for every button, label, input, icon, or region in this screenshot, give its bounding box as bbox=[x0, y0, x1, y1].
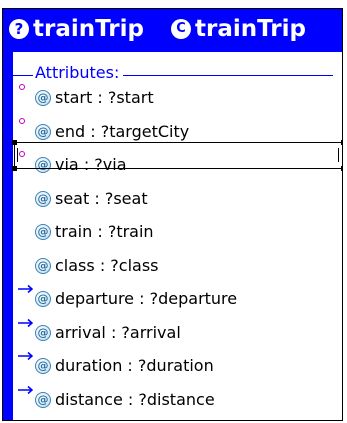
attribute-icon: @ bbox=[35, 90, 51, 106]
selection-handle-bl[interactable] bbox=[12, 166, 17, 171]
attribute-name: train bbox=[55, 222, 93, 241]
open-circle-marker-icon bbox=[19, 118, 25, 124]
class-name: trainTrip bbox=[195, 16, 306, 42]
attribute-row-train[interactable]: @ train : ?train bbox=[15, 219, 335, 245]
attribute-row-start[interactable]: @ start : ?start bbox=[15, 84, 335, 111]
instance-icon: ? bbox=[9, 19, 29, 39]
attribute-separator: : bbox=[99, 256, 106, 275]
selection-box bbox=[12, 140, 342, 171]
selection-handle-tr[interactable] bbox=[341, 140, 342, 145]
attribute-name: start bbox=[55, 88, 93, 107]
attribute-value: ?arrival bbox=[121, 323, 181, 342]
attribute-separator: : bbox=[139, 289, 145, 308]
class-box[interactable]: ? trainTrip C trainTrip Attributes: @ sta… bbox=[2, 8, 343, 421]
attribute-text: duration : ?duration bbox=[55, 354, 214, 378]
class-header[interactable]: ? trainTrip C trainTrip bbox=[3, 9, 342, 52]
section-line-left bbox=[13, 75, 33, 76]
arrow-marker-icon bbox=[18, 284, 34, 294]
attribute-text: distance : ?distance bbox=[55, 388, 215, 412]
attribute-row-departure[interactable]: @ departure : ?departure bbox=[15, 284, 335, 312]
arrow-marker-icon bbox=[18, 385, 34, 395]
attribute-text: arrival : ?arrival bbox=[55, 321, 181, 345]
attribute-value: ?start bbox=[107, 88, 154, 107]
attribute-value: ?class bbox=[110, 256, 159, 275]
attribute-icon: @ bbox=[35, 191, 51, 207]
attribute-icon: @ bbox=[35, 124, 51, 140]
attribute-icon: @ bbox=[35, 392, 51, 408]
attribute-text: departure : ?departure bbox=[55, 287, 237, 311]
instance-name: trainTrip bbox=[33, 16, 144, 42]
attribute-name: duration bbox=[55, 356, 123, 375]
attribute-text: class : ?class bbox=[55, 254, 159, 278]
arrow-marker-icon bbox=[18, 318, 34, 328]
attribute-text: seat : ?seat bbox=[55, 187, 148, 211]
attribute-name: seat bbox=[55, 189, 90, 208]
selection-handle-tl[interactable] bbox=[12, 140, 17, 145]
attribute-row-arrival[interactable]: @ arrival : ?arrival bbox=[15, 318, 335, 346]
attribute-separator: : bbox=[127, 390, 134, 409]
attribute-name: distance bbox=[55, 390, 123, 409]
attribute-name: arrival bbox=[55, 323, 106, 342]
attribute-text: end : ?targetCity bbox=[55, 120, 189, 144]
attribute-row-class[interactable]: @ class : ?class bbox=[15, 253, 335, 279]
attribute-value: ?duration bbox=[137, 356, 214, 375]
attribute-separator: : bbox=[127, 356, 133, 375]
attribute-text: start : ?start bbox=[55, 86, 154, 110]
selection-handle-br[interactable] bbox=[341, 166, 342, 171]
open-circle-marker-icon bbox=[19, 84, 25, 90]
selection-caret-right bbox=[338, 148, 339, 162]
arrow-marker-icon bbox=[18, 351, 34, 361]
attribute-value: ?departure bbox=[149, 289, 238, 308]
attribute-icon: @ bbox=[35, 358, 51, 374]
left-bar bbox=[3, 52, 13, 420]
attribute-separator: : bbox=[110, 323, 117, 342]
attribute-separator: : bbox=[97, 222, 103, 241]
attribute-name: end bbox=[55, 122, 86, 141]
selection-caret-left bbox=[17, 148, 18, 162]
attribute-separator: : bbox=[90, 122, 96, 141]
attribute-value: ?targetCity bbox=[100, 122, 190, 141]
attribute-value: ?distance bbox=[138, 390, 215, 409]
attributes-section-title: Attributes: bbox=[33, 62, 122, 84]
attribute-icon: @ bbox=[35, 291, 51, 307]
attribute-value: ?train bbox=[107, 222, 154, 241]
attribute-row-duration[interactable]: @ duration : ?duration bbox=[15, 351, 335, 379]
attribute-name: departure bbox=[55, 289, 135, 308]
attribute-separator: : bbox=[97, 88, 103, 107]
section-line-right bbox=[123, 75, 333, 76]
attribute-separator: : bbox=[94, 189, 100, 208]
attribute-name: class bbox=[55, 256, 95, 275]
attribute-row-distance[interactable]: @ distance : ?distance bbox=[15, 385, 335, 413]
attribute-text: train : ?train bbox=[55, 220, 154, 244]
attribute-icon: @ bbox=[35, 224, 51, 240]
attribute-icon: @ bbox=[35, 325, 51, 341]
class-icon: C bbox=[171, 19, 191, 39]
attribute-icon: @ bbox=[35, 258, 51, 274]
attribute-value: ?seat bbox=[104, 189, 148, 208]
attribute-row-seat[interactable]: @ seat : ?seat bbox=[15, 186, 335, 212]
